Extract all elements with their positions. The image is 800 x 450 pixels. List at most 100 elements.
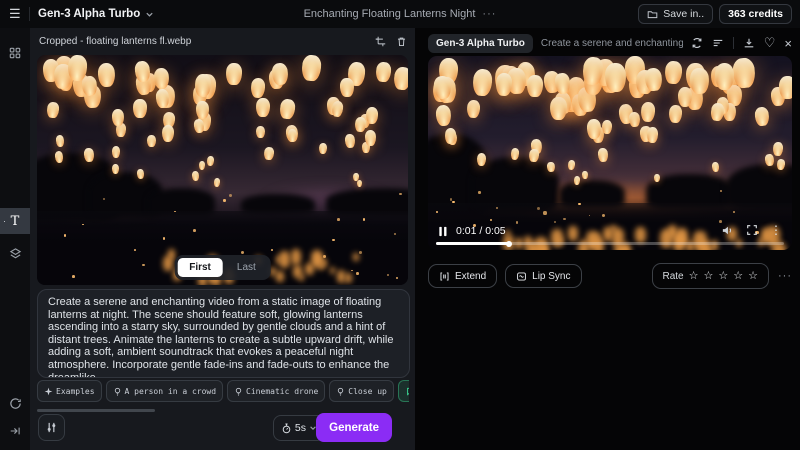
layers-icon [9,247,22,260]
progress-bar[interactable] [436,242,784,245]
save-icon [405,387,409,396]
generation-panel: Gen-3 Alpha Turbo Create a serene and en… [425,28,800,450]
volume-button[interactable] [721,224,734,237]
playhead[interactable] [506,241,512,247]
rate-label: Rate [663,271,684,282]
delete-button[interactable] [396,36,407,47]
active-dot: · [3,219,6,223]
lip-sync-label: Lip Sync [532,271,570,282]
history-icon [9,397,22,410]
more-options-button[interactable]: ··· [778,270,792,282]
generation-settings-button[interactable] [38,414,65,441]
collapse-panel-icon [9,425,21,437]
chip-label: Cinematic drone [246,387,318,396]
keyframe-image-preview [37,55,408,285]
star-button-5[interactable]: ☆ [748,271,758,282]
generated-video-surface[interactable] [428,56,792,250]
chip-label: Close up [348,387,387,396]
list-icon [712,37,724,49]
extend-button[interactable]: Extend [428,264,497,288]
credits-label: 363 credits [728,8,783,20]
refresh-icon [691,37,703,49]
sidebar-item-dashboard[interactable] [0,40,30,66]
close-icon: × [784,36,792,51]
star-button-1[interactable]: ☆ [689,271,699,282]
prompt-suggestion-chips: Examples A person in a crowd Cinematic d… [37,380,409,402]
fullscreen-icon [746,224,758,236]
model-selector[interactable]: Gen-3 Alpha Turbo [38,0,154,28]
credits-button[interactable]: 363 credits [719,4,792,24]
first-frame-button[interactable]: First [177,258,223,277]
generate-button[interactable]: Generate [316,413,392,442]
crop-icon [375,36,386,47]
progress-fill [436,242,509,245]
top-bar: ☰ Gen-3 Alpha Turbo Enchanting Floating … [0,0,800,28]
hamburger-icon: ☰ [9,6,21,22]
chevron-down-icon [145,10,154,19]
folder-icon [647,9,658,20]
save-in-button[interactable]: Save in.. [638,4,713,24]
rate-widget: Rate ☆ ☆ ☆ ☆ ☆ [652,263,770,289]
prompt-textarea[interactable]: Create a serene and enchanting video fro… [37,289,410,378]
model-selector-label: Gen-3 Alpha Turbo [38,8,140,20]
duration-label: 5s [295,422,306,434]
sidebar-item-history[interactable] [0,390,30,416]
lightbulb-icon [113,387,122,396]
grid-icon [9,47,21,59]
star-button-3[interactable]: ☆ [718,271,728,282]
hamburger-menu-button[interactable]: ☰ [9,6,21,22]
favorite-button[interactable]: ♡ [764,35,776,51]
generation-header: Gen-3 Alpha Turbo Create a serene and en… [428,32,792,54]
document-title: Enchanting Floating Lanterns Night [304,8,476,20]
close-button[interactable]: × [784,36,792,51]
extend-icon [439,271,450,282]
model-badge[interactable]: Gen-3 Alpha Turbo [428,34,533,53]
lip-sync-button[interactable]: Lip Sync [505,264,581,288]
prompt-preview: Create a serene and enchanting video fro… [541,38,683,49]
player-menu-button[interactable]: ⋮ [770,223,782,237]
stopwatch-icon [281,423,292,434]
lightbulb-icon [336,387,345,396]
download-button[interactable] [743,37,755,49]
extend-label: Extend [455,271,486,282]
chip-label: A person in a crowd [125,387,217,396]
keyframe-toggle: First Last [174,255,271,280]
sidebar-item-text-tool[interactable]: · T [0,208,30,234]
suggestion-chip-crowd[interactable]: A person in a crowd [106,380,224,402]
crop-button[interactable] [375,36,386,47]
fullscreen-button[interactable] [746,224,758,236]
save-prompt-chip[interactable]: Save [398,380,409,402]
asset-title: Cropped - floating lanterns fl.webp [39,36,191,47]
star-button-2[interactable]: ☆ [704,271,714,282]
examples-chip[interactable]: Examples [37,380,102,402]
suggestion-chip-closeup[interactable]: Close up [329,380,394,402]
sidebar-item-layers[interactable] [0,240,30,266]
trash-icon [396,36,407,47]
generation-actions: ♡ × [691,35,792,51]
lightbulb-icon [234,387,243,396]
time-display: 0:01 / 0:05 [456,225,506,237]
asset-header: Cropped - floating lanterns fl.webp [30,28,415,54]
tool-sidebar: · T [0,28,31,450]
composer-panel: Cropped - floating lanterns fl.webp Firs… [30,28,415,450]
chip-label: Examples [56,387,95,396]
download-icon [743,37,755,49]
save-in-label: Save in.. [663,8,704,20]
sliders-icon [45,421,58,434]
document-title-more-button[interactable]: ··· [482,8,496,20]
generation-footer: Extend Lip Sync Rate ☆ ☆ ☆ ☆ ☆ ··· [428,264,792,288]
sidebar-collapse-button[interactable] [0,418,30,444]
asset-tools [375,28,407,54]
app-root: ☰ Gen-3 Alpha Turbo Enchanting Floating … [0,0,800,450]
prompt-details-button[interactable] [712,37,724,49]
text-tool-icon: T [11,214,20,229]
last-frame-button[interactable]: Last [225,258,268,277]
pause-icon [438,226,448,237]
pause-button[interactable] [438,226,448,237]
star-button-4[interactable]: ☆ [733,271,743,282]
suggestion-chip-drone[interactable]: Cinematic drone [227,380,325,402]
topbar-actions: Save in.. 363 credits [638,4,792,24]
composer-bottom-bar: 5s Generate [30,406,415,450]
document-title-group: Enchanting Floating Lanterns Night ··· [304,0,497,28]
regenerate-button[interactable] [691,37,703,49]
